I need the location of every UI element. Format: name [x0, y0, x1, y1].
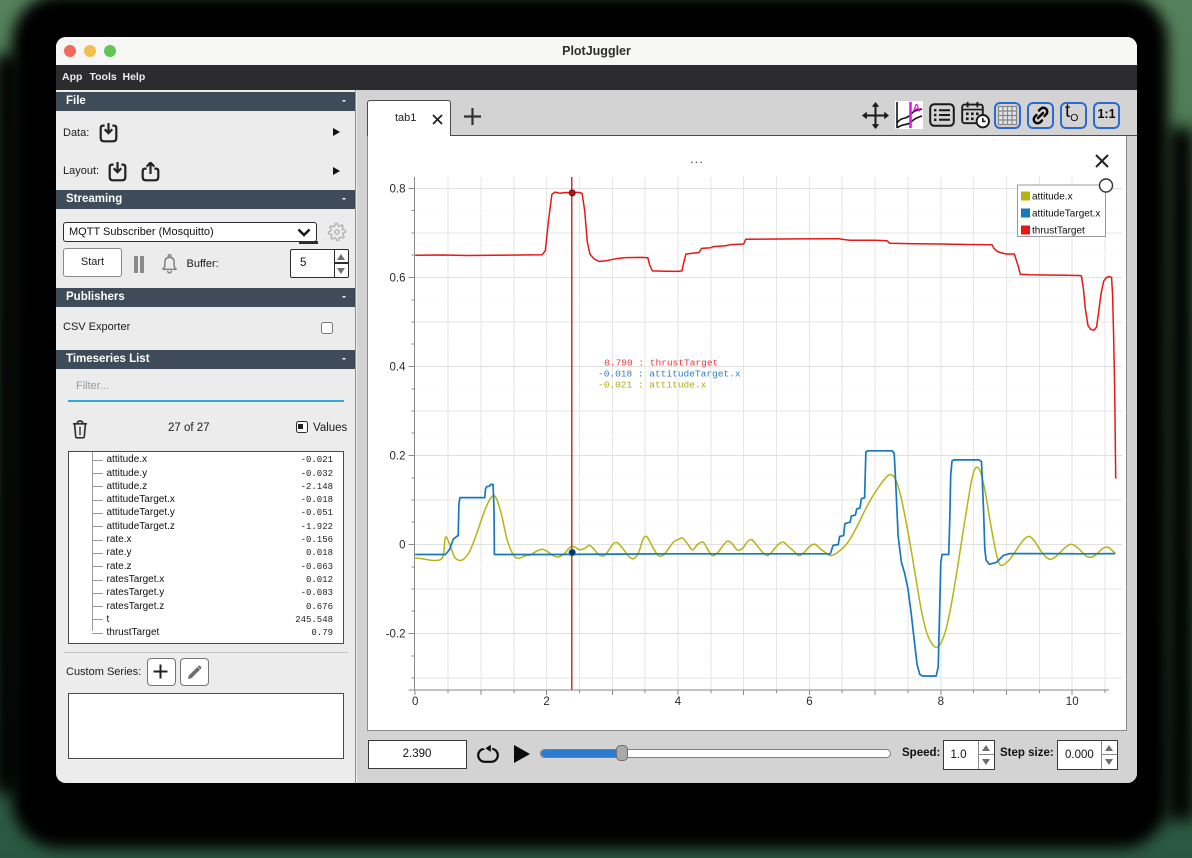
svg-text:-0.021 : attitude.x: -0.021 : attitude.x — [598, 379, 707, 390]
svg-text:0.8: 0.8 — [390, 183, 406, 195]
svg-text:A: A — [913, 102, 921, 114]
svg-text:0: 0 — [399, 539, 405, 551]
svg-text:0: 0 — [412, 696, 418, 708]
svg-text:attitudeTarget.x: attitudeTarget.x — [1032, 208, 1100, 219]
svg-text:0.790 : thrustTarget: 0.790 : thrustTarget — [599, 357, 719, 368]
svg-text:2: 2 — [543, 696, 549, 708]
svg-text:-0.2: -0.2 — [386, 628, 406, 640]
svg-text:thrustTarget: thrustTarget — [1032, 225, 1085, 236]
svg-text:0.4: 0.4 — [390, 361, 407, 373]
svg-text:10: 10 — [1066, 696, 1079, 708]
svg-text:0.2: 0.2 — [390, 450, 406, 462]
svg-text:0.6: 0.6 — [390, 272, 406, 284]
svg-text:4: 4 — [675, 696, 682, 708]
svg-text:attitude.x: attitude.x — [1032, 191, 1073, 202]
svg-text:-0.018 : attitudeTarget.x: -0.018 : attitudeTarget.x — [598, 368, 741, 379]
svg-text:6: 6 — [806, 696, 812, 708]
svg-text:8: 8 — [938, 696, 944, 708]
